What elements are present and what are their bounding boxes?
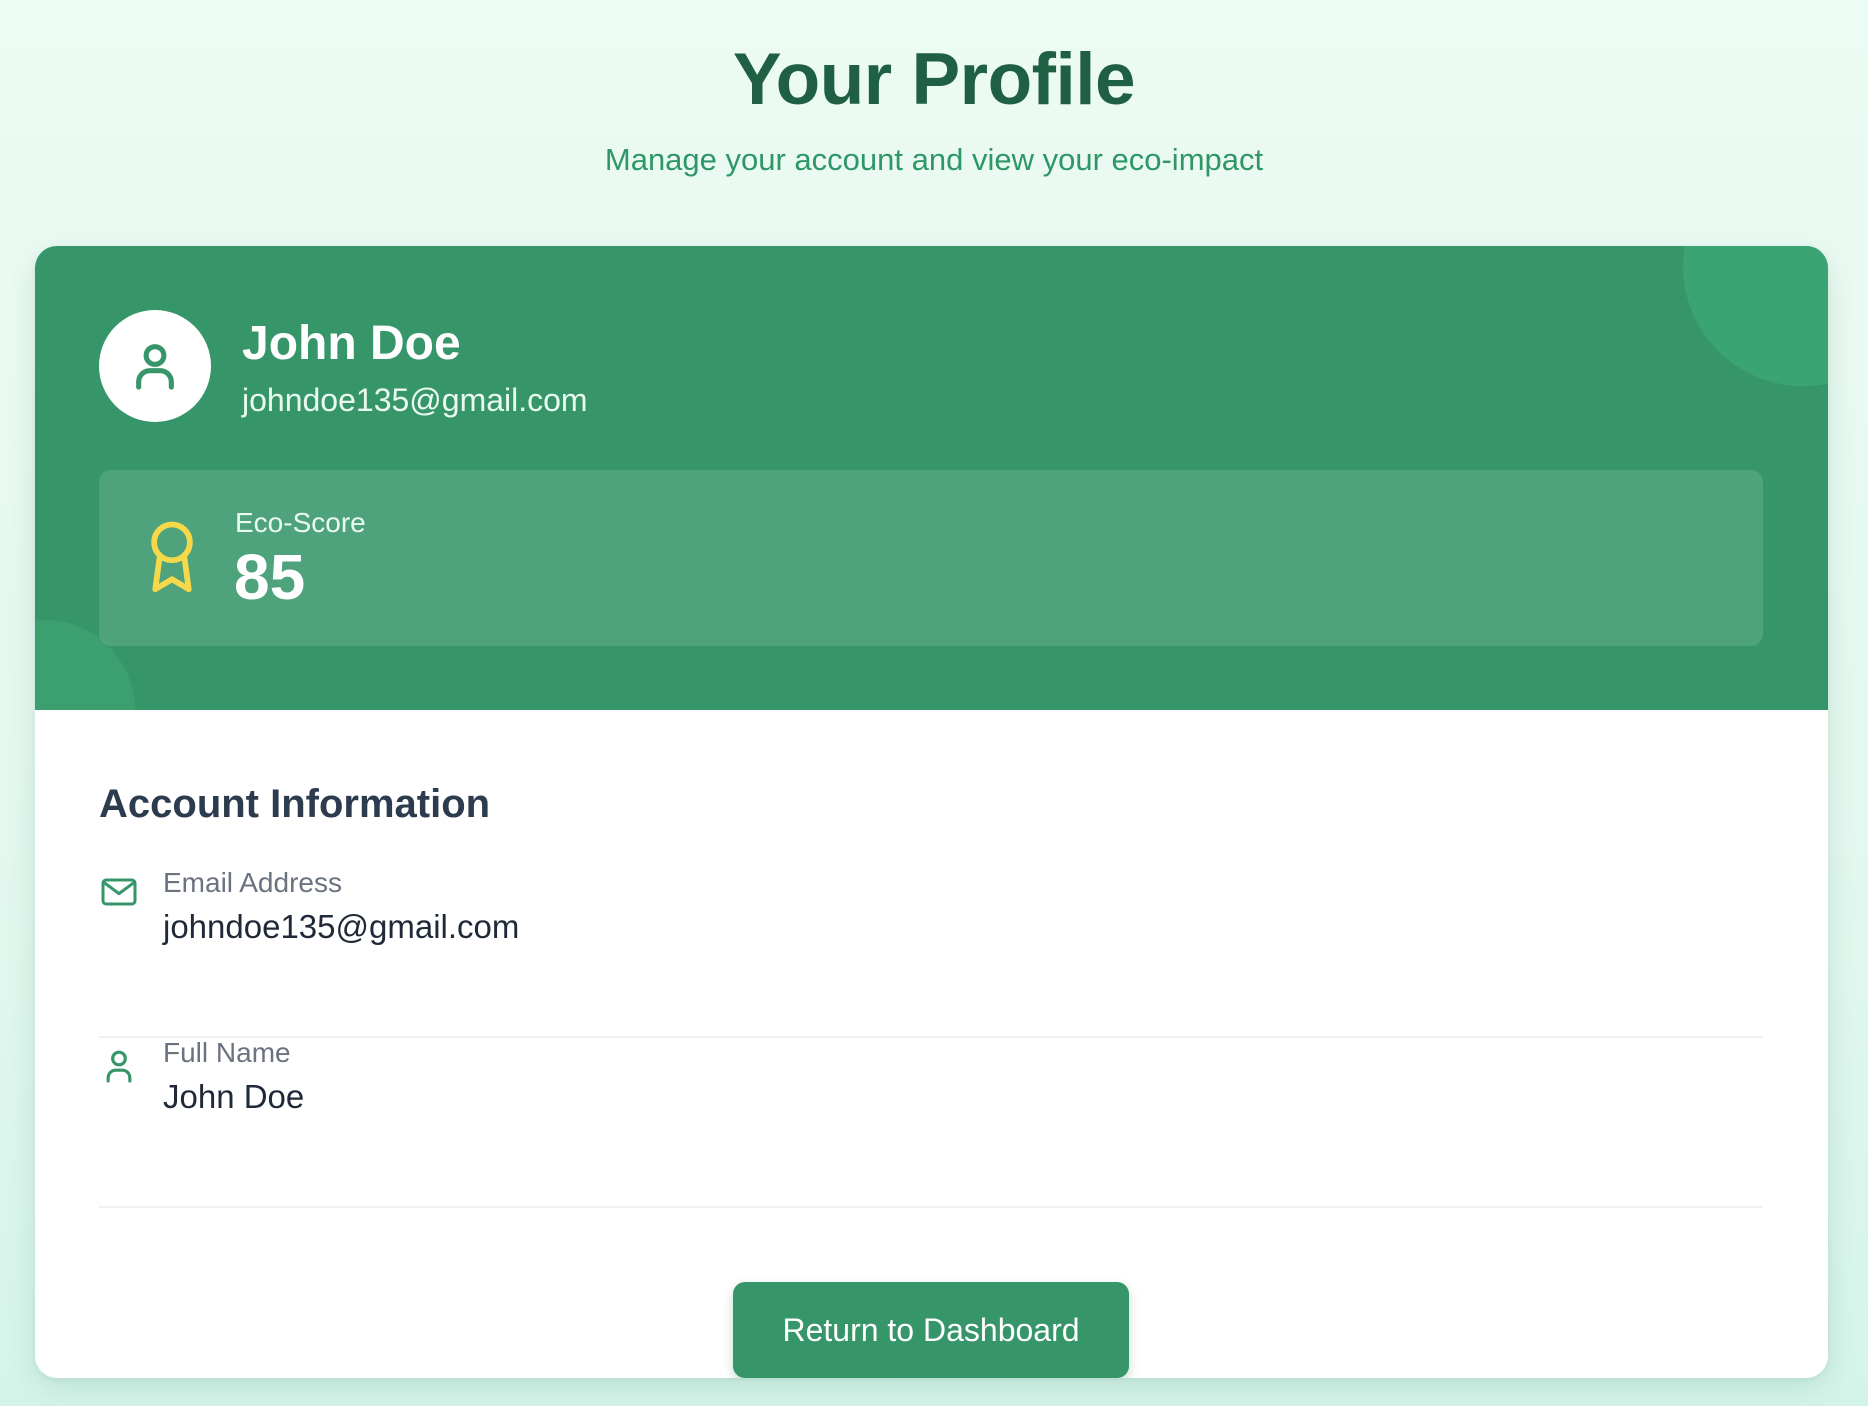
email-row: Email Address johndoe135@gmail.com (99, 866, 1763, 1038)
user-icon (106, 1050, 132, 1083)
profile-name: John Doe (242, 317, 461, 370)
full-name-value: John Doe (163, 1078, 305, 1115)
profile-hero: John Doe johndoe135@gmail.com Eco-Score … (35, 246, 1828, 710)
eco-score-value: 85 (234, 541, 306, 613)
award-ribbon-icon (151, 521, 193, 593)
section-title: Account Information (99, 782, 491, 826)
return-to-dashboard-button[interactable]: Return to Dashboard (733, 1282, 1129, 1378)
full-name-row: Full Name John Doe (99, 1036, 1763, 1208)
decorative-circle (1683, 246, 1828, 386)
profile-card: John Doe johndoe135@gmail.com Eco-Score … (35, 246, 1828, 1378)
page-subtitle: Manage your account and view your eco-im… (604, 142, 1264, 177)
eco-score-panel: Eco-Score 85 (99, 470, 1763, 646)
page-header: Your Profile Manage your account and vie… (0, 0, 1868, 180)
user-icon (136, 344, 174, 390)
mail-icon (101, 878, 137, 906)
eco-score-label: Eco-Score (235, 507, 366, 538)
profile-email: johndoe135@gmail.com (242, 382, 588, 418)
email-label: Email Address (163, 867, 342, 898)
email-value: johndoe135@gmail.com (163, 908, 520, 945)
full-name-label: Full Name (163, 1037, 291, 1068)
page-title: Your Profile (732, 39, 1136, 120)
avatar (99, 310, 211, 422)
